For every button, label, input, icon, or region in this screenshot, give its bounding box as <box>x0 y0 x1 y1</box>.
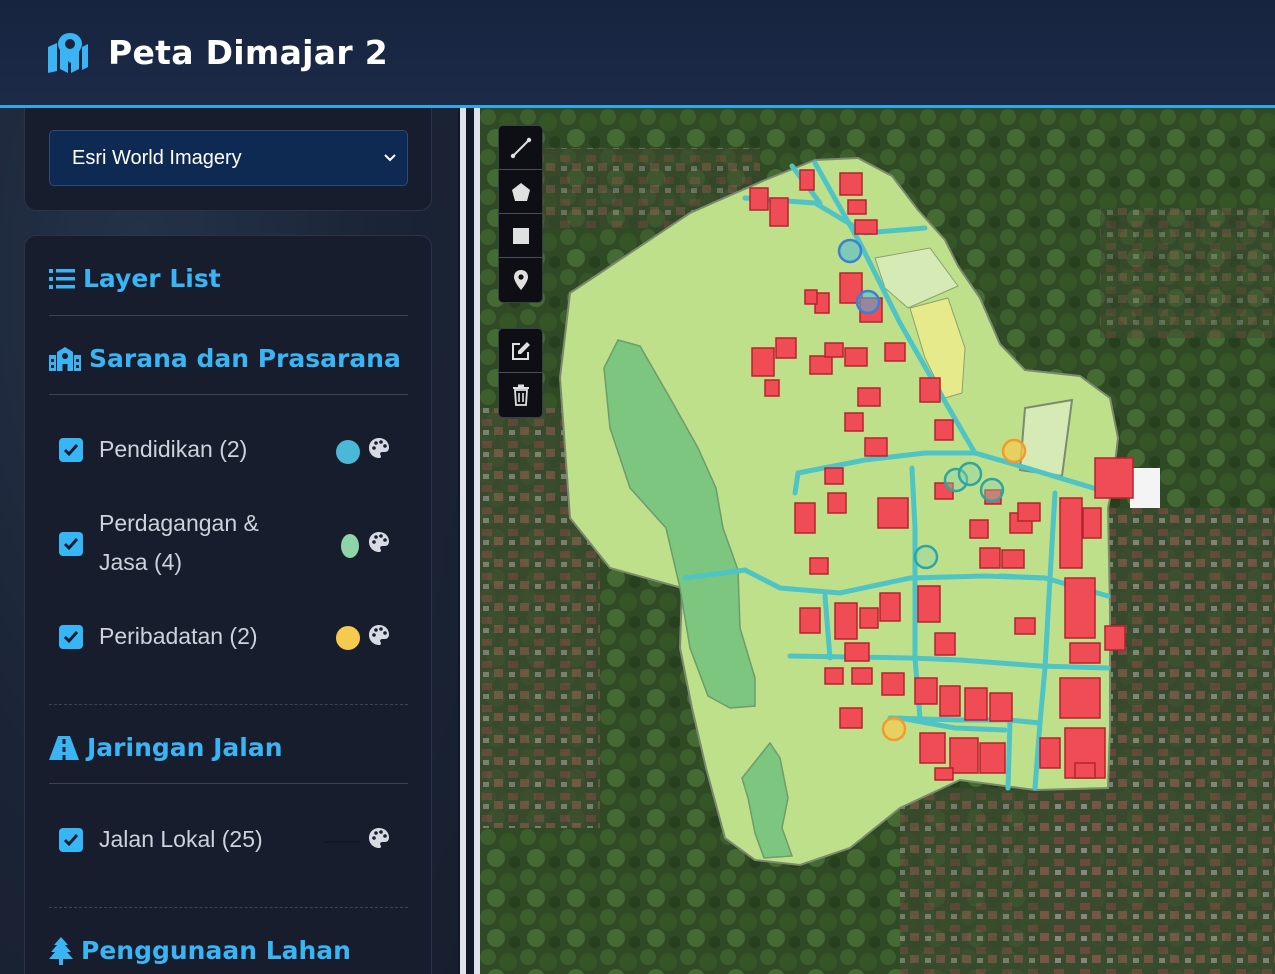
delete-layers-button[interactable] <box>499 373 542 417</box>
basemap-select[interactable]: Esri World Imagery <box>49 130 408 186</box>
chevron-down-icon <box>384 154 396 162</box>
layer-checkbox-pendidikan[interactable] <box>59 438 83 462</box>
check-icon <box>63 538 79 551</box>
app-header: Peta Dimajar 2 <box>0 0 1275 108</box>
layer-label-jalan-lokal: Jalan Lokal (25) <box>99 826 263 852</box>
layer-label-peribadatan: Peribadatan (2) <box>99 623 258 649</box>
map-marked-icon <box>48 32 88 73</box>
layer-label-perdagangan-line1: Perdagangan & <box>99 510 259 536</box>
divider <box>49 315 408 316</box>
palette-icon[interactable] <box>368 531 390 553</box>
section-title-jaringan: Jaringan Jalan <box>87 733 283 762</box>
section-penggunaan-lahan: Penggunaan Lahan <box>49 936 351 965</box>
edit-toolbar <box>498 328 543 418</box>
palette-icon[interactable] <box>368 437 390 459</box>
edit-layers-button[interactable] <box>499 329 542 373</box>
draw-rectangle-icon <box>512 227 529 244</box>
draw-marker-icon <box>513 270 528 290</box>
layer-label-pendidikan: Pendidikan (2) <box>99 436 248 462</box>
check-icon <box>63 834 79 847</box>
section-title-sarana: Sarana dan Prasarana <box>89 344 401 373</box>
section-sarana: Sarana dan Prasarana <box>49 344 401 373</box>
panel-resizer[interactable] <box>458 108 480 974</box>
perdagangan-point <box>957 461 983 487</box>
divider <box>49 907 408 908</box>
layer-checkbox-jalan-lokal[interactable] <box>59 828 83 852</box>
draw-marker-button[interactable] <box>499 258 542 302</box>
basemap-selected-value: Esri World Imagery <box>72 146 242 169</box>
list-icon <box>49 268 75 289</box>
basemap-card: Esri World Imagery <box>24 108 432 211</box>
sports-field[interactable] <box>1018 398 1074 478</box>
section-title-penggunaan: Penggunaan Lahan <box>81 936 351 965</box>
divider <box>49 704 408 705</box>
edit-layers-icon <box>511 341 530 360</box>
draw-polygon-icon <box>511 182 530 201</box>
layer-color-swatch <box>336 626 360 650</box>
layer-item-pendidikan: Pendidikan (2) <box>59 430 399 470</box>
check-icon <box>63 444 79 457</box>
layer-list-title: Layer List <box>83 264 221 293</box>
divider <box>49 394 408 395</box>
map-canvas[interactable] <box>480 108 1275 974</box>
pendidikan-point <box>837 238 863 264</box>
draw-rectangle-button[interactable] <box>499 214 542 258</box>
map-view[interactable] <box>480 108 1275 974</box>
school-icon <box>49 346 81 371</box>
layer-item-jalan-lokal: Jalan Lokal (25) <box>59 820 399 860</box>
building-white <box>1130 468 1160 508</box>
road-icon <box>49 735 79 760</box>
layer-label-perdagangan-line2: Jasa (4) <box>99 549 183 575</box>
peribadatan-point <box>881 716 907 742</box>
check-icon <box>63 631 79 644</box>
layer-list-heading: Layer List <box>49 264 221 293</box>
layer-checkbox-perdagangan[interactable] <box>59 532 83 556</box>
draw-polygon-button[interactable] <box>499 170 542 214</box>
perdagangan-point <box>979 477 1005 503</box>
perdagangan-point <box>913 544 939 570</box>
delete-layers-icon <box>512 384 529 406</box>
app-title: Peta Dimajar 2 <box>108 33 388 72</box>
layer-color-swatch <box>336 440 360 464</box>
draw-polyline-button[interactable] <box>499 126 542 170</box>
pendidikan-point <box>855 289 881 315</box>
peribadatan-point <box>1001 438 1027 464</box>
sidebar: Esri World Imagery Layer List Sarana dan… <box>0 108 458 974</box>
layer-checkbox-peribadatan[interactable] <box>59 625 83 649</box>
section-jaringan-jalan: Jaringan Jalan <box>49 733 283 762</box>
layer-list-card: Layer List Sarana dan Prasarana Pendidik… <box>24 235 432 974</box>
layer-item-perdagangan: Perdagangan & Jasa (4) <box>59 504 399 584</box>
draw-polyline-icon <box>510 137 531 158</box>
layer-line-swatch <box>324 841 360 843</box>
divider <box>49 783 408 784</box>
tree-icon <box>49 936 73 965</box>
palette-icon[interactable] <box>368 827 390 849</box>
draw-toolbar <box>498 125 543 303</box>
layer-color-swatch <box>341 534 359 558</box>
layer-item-peribadatan: Peribadatan (2) <box>59 617 399 657</box>
palette-icon[interactable] <box>368 624 390 646</box>
